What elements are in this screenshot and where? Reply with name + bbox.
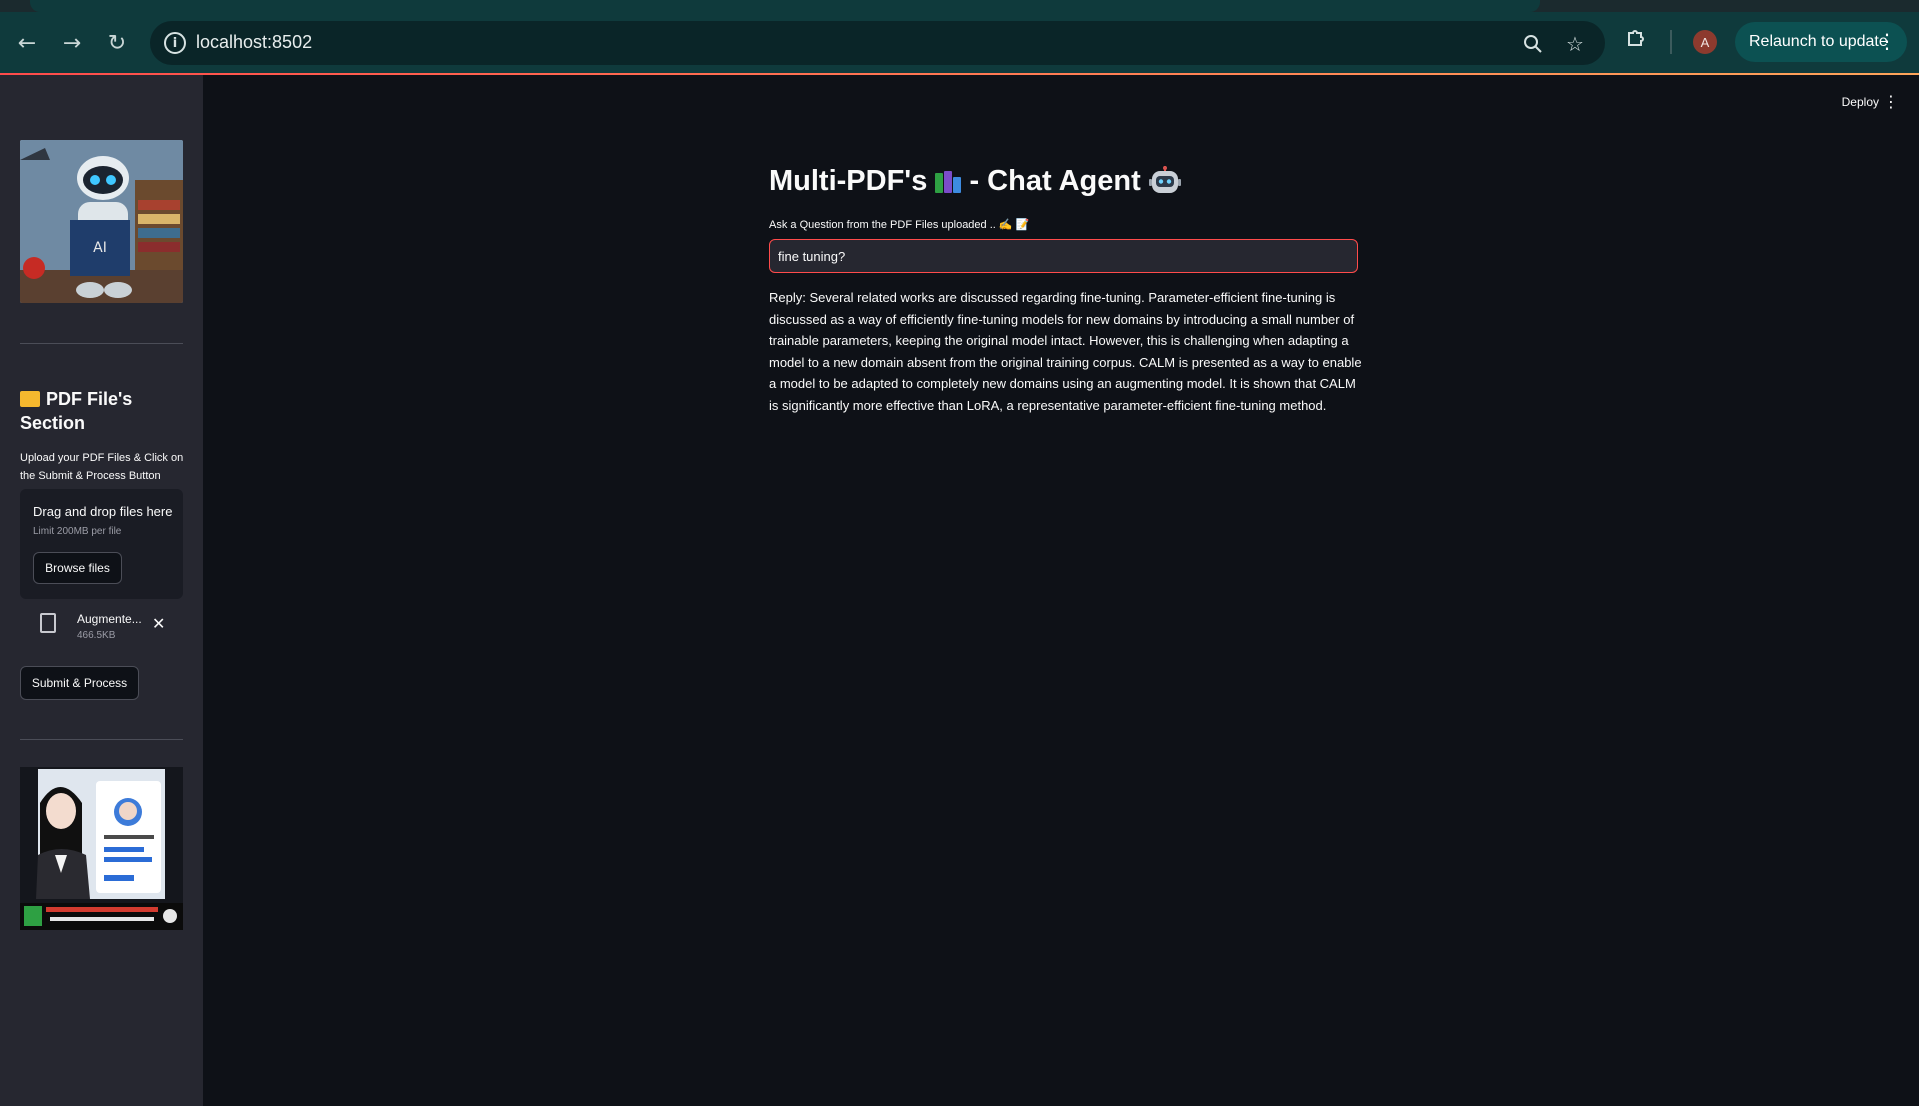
- relaunch-button[interactable]: Relaunch to update ⋮: [1735, 22, 1907, 62]
- upload-hint: Upload your PDF Files & Click on the Sub…: [20, 452, 184, 482]
- active-tab-area[interactable]: [30, 0, 1540, 12]
- question-input[interactable]: [769, 239, 1358, 273]
- dropzone-title: Drag and drop files here: [33, 504, 173, 519]
- svg-text:AI: AI: [93, 240, 107, 256]
- robot-reading-image: AI: [20, 140, 183, 303]
- deploy-button[interactable]: Deploy: [1842, 95, 1879, 109]
- address-bar[interactable]: i localhost:8502 ☆: [150, 21, 1605, 65]
- author-profile-image: [20, 767, 183, 930]
- main-area: Deploy ⋮ Multi-PDF's - Chat Agent Ask a …: [203, 75, 1919, 1106]
- file-icon: [40, 613, 56, 633]
- browse-files-button[interactable]: Browse files: [33, 552, 122, 584]
- app-menu-icon[interactable]: ⋮: [1883, 92, 1899, 111]
- reply-text: Reply: Several related works are discuss…: [769, 290, 1362, 413]
- sidebar-divider: [20, 739, 183, 740]
- forward-icon[interactable]: →: [55, 26, 89, 60]
- zoom-icon[interactable]: [1520, 31, 1546, 57]
- section-title: PDF File's Section: [20, 389, 133, 433]
- file-name: Augmente...: [77, 612, 142, 626]
- sidebar: AI PDF File's Section Upload your PDF Fi…: [0, 75, 203, 1106]
- folder-icon: [20, 391, 40, 407]
- sidebar-divider: [20, 343, 183, 344]
- puzzle-icon[interactable]: [1622, 24, 1650, 52]
- reload-icon[interactable]: ↻: [100, 26, 134, 60]
- relaunch-label: Relaunch to update: [1749, 33, 1888, 50]
- dropzone-limit: Limit 200MB per file: [33, 526, 122, 537]
- star-icon[interactable]: ☆: [1562, 31, 1588, 57]
- question-label: Ask a Question from the PDF Files upload…: [769, 219, 1030, 231]
- browser-menu-icon[interactable]: ⋮: [1877, 30, 1897, 52]
- toolbar-separator: [1670, 30, 1672, 54]
- submit-process-button[interactable]: Submit & Process: [20, 666, 139, 700]
- page-title: Multi-PDF's - Chat Agent: [769, 165, 1181, 198]
- books-icon: [935, 171, 962, 193]
- robot-icon: [1148, 166, 1181, 196]
- file-size: 466.5KB: [77, 630, 116, 641]
- back-icon[interactable]: ←: [10, 26, 44, 60]
- uploaded-file-item: Augmente... 466.5KB ✕: [20, 606, 183, 650]
- remove-file-icon[interactable]: ✕: [152, 614, 165, 633]
- file-dropzone[interactable]: Drag and drop files here Limit 200MB per…: [20, 489, 183, 599]
- browser-tabstrip: [0, 0, 1919, 12]
- profile-avatar[interactable]: A: [1693, 30, 1717, 54]
- info-icon[interactable]: i: [164, 32, 186, 54]
- url-text[interactable]: localhost:8502: [196, 32, 312, 53]
